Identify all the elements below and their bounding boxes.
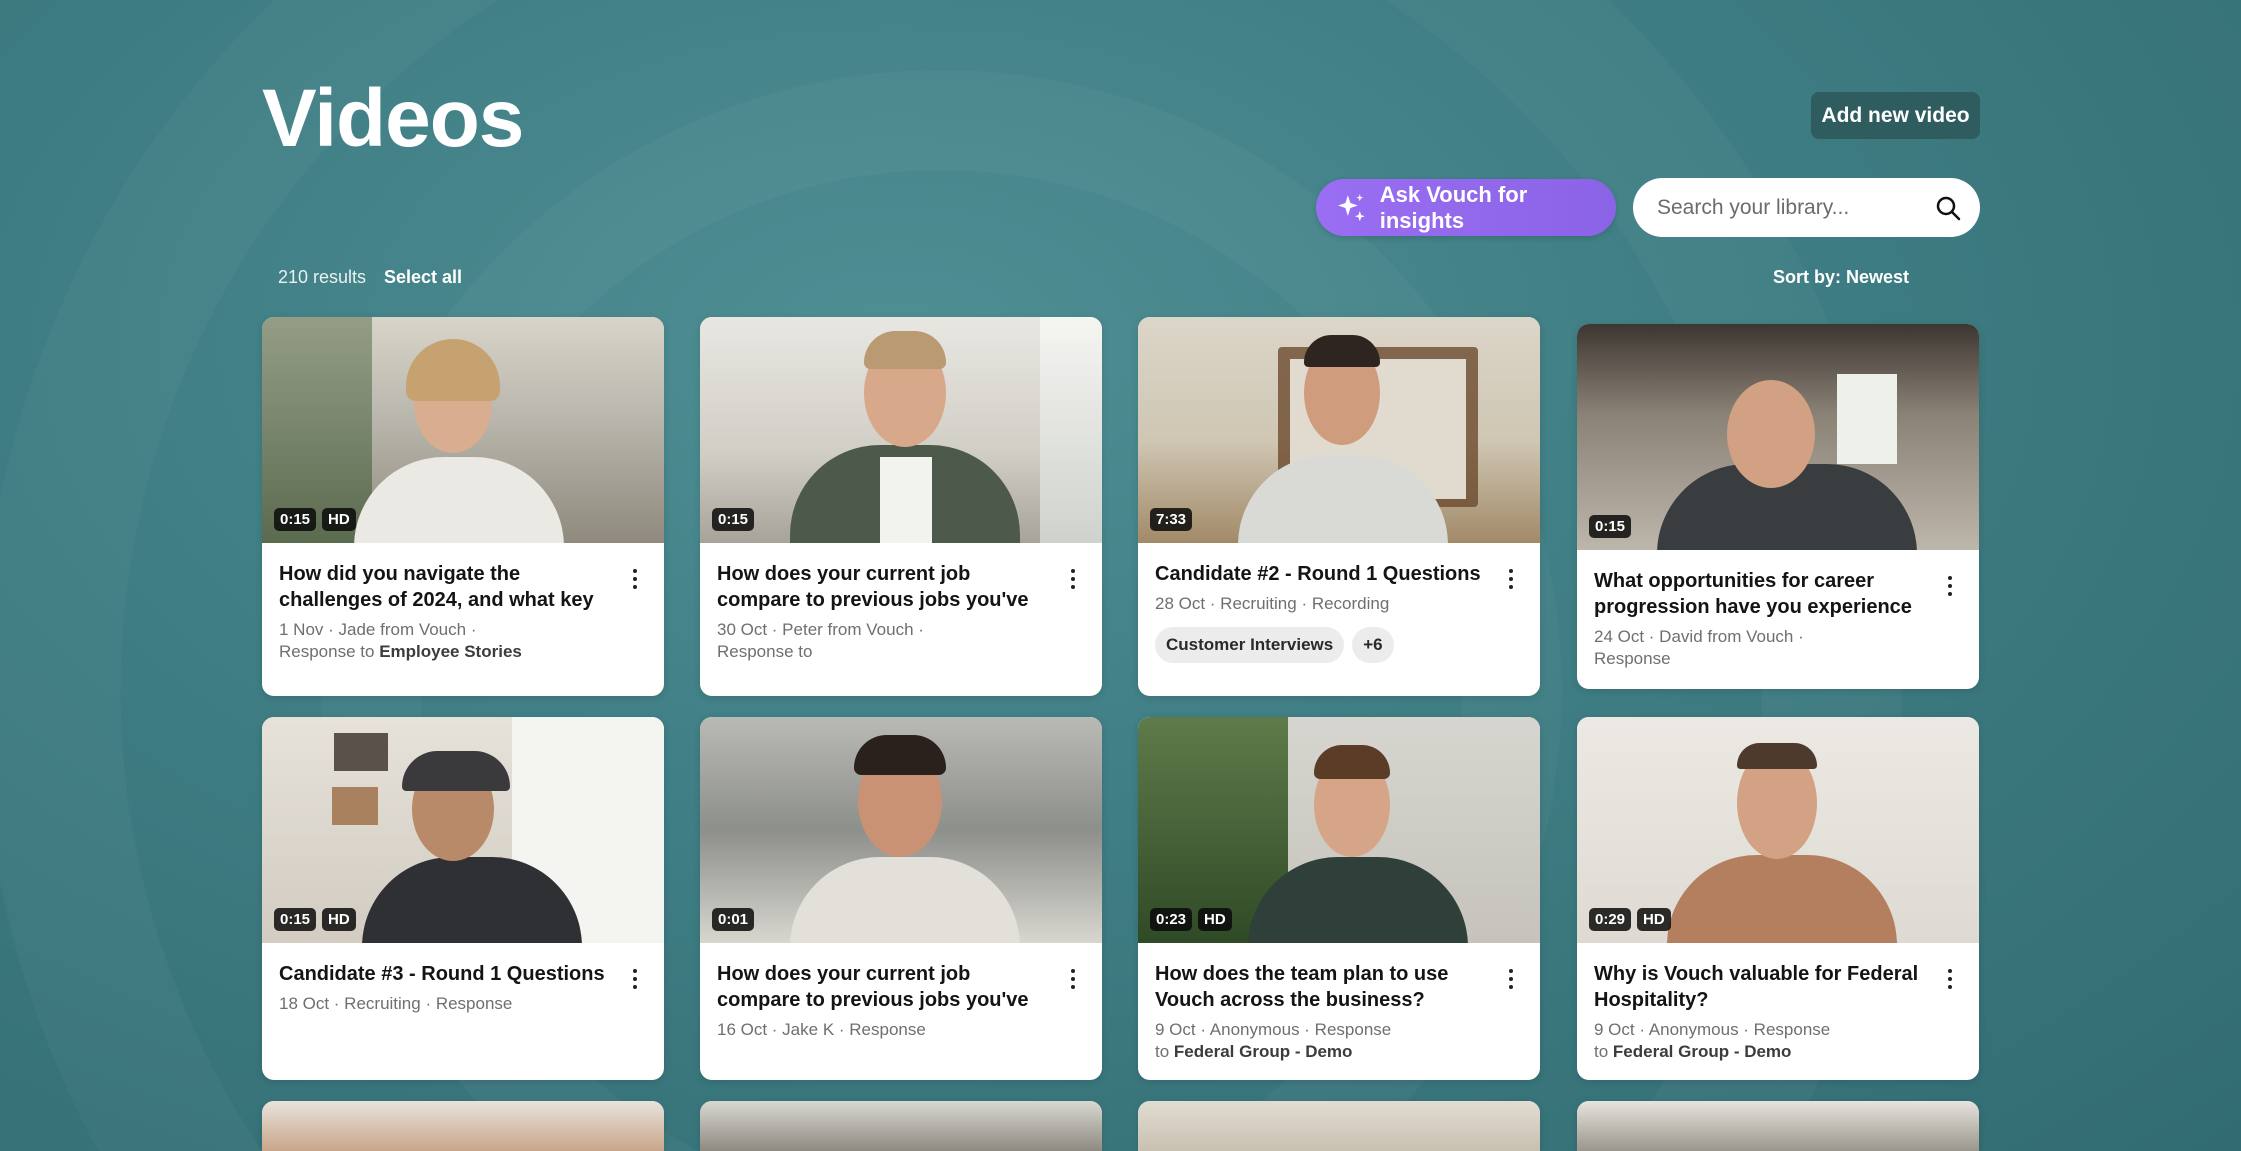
video-card[interactable]: 0:01 How does your current job compare t… — [700, 717, 1102, 1080]
video-thumbnail[interactable]: 0:15 — [1577, 324, 1979, 550]
more-vertical-icon[interactable] — [1508, 569, 1514, 589]
duration-badge: 0:15 — [274, 508, 317, 531]
video-meta: 16 Oct · Jake K · Response — [717, 1020, 926, 1039]
video-meta: 28 Oct · Recruiting · Recording — [1155, 594, 1390, 613]
video-title[interactable]: Candidate #2 - Round 1 Questions — [1155, 561, 1485, 587]
video-meta: 30 Oct · Peter from Vouch · — [717, 620, 924, 639]
hd-badge: HD — [322, 908, 356, 931]
video-thumbnail[interactable]: 0:15 — [700, 317, 1102, 543]
search-box — [1633, 178, 1980, 237]
video-thumbnail[interactable] — [1577, 1101, 1979, 1151]
more-tags-chip[interactable]: +6 — [1352, 627, 1394, 663]
video-thumbnail[interactable] — [700, 1101, 1102, 1151]
video-card[interactable]: 7:33 Candidate #2 - Round 1 Questions 28… — [1138, 317, 1540, 696]
video-title[interactable]: How does your current job compare to pre… — [717, 561, 1047, 613]
more-vertical-icon[interactable] — [1947, 576, 1953, 596]
video-title[interactable]: How does your current job compare to pre… — [717, 961, 1047, 1013]
video-meta: 18 Oct · Recruiting · Response — [279, 994, 513, 1013]
sort-dropdown[interactable]: Sort by: Newest — [1773, 267, 1909, 288]
duration-badge: 0:15 — [712, 508, 755, 531]
page-title: Videos — [262, 73, 524, 164]
tag-chip[interactable]: Customer Interviews — [1155, 627, 1345, 663]
video-thumbnail[interactable]: 0:23 HD — [1138, 717, 1540, 943]
video-title[interactable]: Candidate #3 - Round 1 Questions — [279, 961, 609, 987]
video-card[interactable]: 0:15 How does your current job compare t… — [700, 317, 1102, 696]
video-meta: 9 Oct · Anonymous · Response — [1594, 1020, 1831, 1039]
results-count: 210 results — [278, 267, 367, 287]
video-meta: 24 Oct · David from Vouch · — [1594, 627, 1804, 646]
search-icon[interactable] — [1934, 194, 1962, 222]
more-vertical-icon[interactable] — [1508, 969, 1514, 989]
ask-vouch-label: Ask Vouch for insights — [1379, 181, 1528, 233]
more-vertical-icon[interactable] — [1070, 969, 1076, 989]
hd-badge: HD — [322, 508, 356, 531]
video-response-prefix: Response to — [279, 642, 380, 661]
video-card[interactable] — [262, 1101, 664, 1151]
video-thumbnail[interactable] — [262, 1101, 664, 1151]
more-vertical-icon[interactable] — [1070, 569, 1076, 589]
video-card[interactable] — [1577, 1101, 1979, 1151]
video-meta: 1 Nov · Jade from Vouch · — [279, 620, 477, 639]
video-thumbnail[interactable]: 0:15 HD — [262, 717, 664, 943]
video-thumbnail[interactable]: 0:01 — [700, 717, 1102, 943]
hd-badge: HD — [1198, 908, 1232, 931]
duration-badge: 7:33 — [1150, 508, 1193, 531]
ask-vouch-button[interactable]: Ask Vouch for insights — [1316, 179, 1616, 236]
sparkle-icon — [1337, 193, 1365, 221]
video-title[interactable]: How did you navigate the challenges of 2… — [279, 561, 609, 613]
video-card[interactable]: 0:15 HD Candidate #3 - Round 1 Questions … — [262, 717, 664, 1080]
video-response-prefix: Response — [1594, 649, 1671, 668]
video-card[interactable]: 0:29 HD Why is Vouch valuable for Federal… — [1577, 717, 1979, 1080]
video-thumbnail[interactable] — [1138, 1101, 1540, 1151]
video-response-target[interactable]: Federal Group - Demo — [1174, 1042, 1353, 1061]
video-card[interactable] — [700, 1101, 1102, 1151]
duration-badge: 0:15 — [1589, 515, 1632, 538]
more-vertical-icon[interactable] — [632, 969, 638, 989]
video-thumbnail[interactable]: 0:29 HD — [1577, 717, 1979, 943]
video-card[interactable]: 0:15 HD How did you navigate the challeng… — [262, 317, 664, 696]
add-new-video-button[interactable]: Add new video — [1811, 92, 1980, 139]
search-input[interactable] — [1657, 195, 1934, 220]
video-title[interactable]: How does the team plan to use Vouch acro… — [1155, 961, 1485, 1013]
select-all-button[interactable]: Select all — [384, 267, 462, 288]
duration-badge: 0:15 — [274, 908, 317, 931]
video-response-prefix: to — [1155, 1042, 1174, 1061]
more-vertical-icon[interactable] — [1947, 969, 1953, 989]
duration-badge: 0:01 — [712, 908, 755, 931]
video-title[interactable]: Why is Vouch valuable for Federal Hospit… — [1594, 961, 1924, 1013]
video-response-target[interactable]: Federal Group - Demo — [1613, 1042, 1792, 1061]
video-card[interactable]: 0:23 HD How does the team plan to use Vou… — [1138, 717, 1540, 1080]
duration-badge: 0:23 — [1150, 908, 1193, 931]
video-meta: 9 Oct · Anonymous · Response — [1155, 1020, 1392, 1039]
video-thumbnail[interactable]: 0:15 HD — [262, 317, 664, 543]
video-card[interactable]: 0:15 What opportunities for career progr… — [1577, 324, 1979, 689]
more-vertical-icon[interactable] — [632, 569, 638, 589]
video-response-prefix: to — [1594, 1042, 1613, 1061]
video-response-target[interactable]: Employee Stories — [379, 642, 522, 661]
video-title[interactable]: What opportunities for career progressio… — [1594, 568, 1924, 620]
duration-badge: 0:29 — [1589, 908, 1632, 931]
video-response-prefix: Response to — [717, 642, 813, 661]
video-card[interactable] — [1138, 1101, 1540, 1151]
video-thumbnail[interactable]: 7:33 — [1138, 317, 1540, 543]
hd-badge: HD — [1637, 908, 1671, 931]
